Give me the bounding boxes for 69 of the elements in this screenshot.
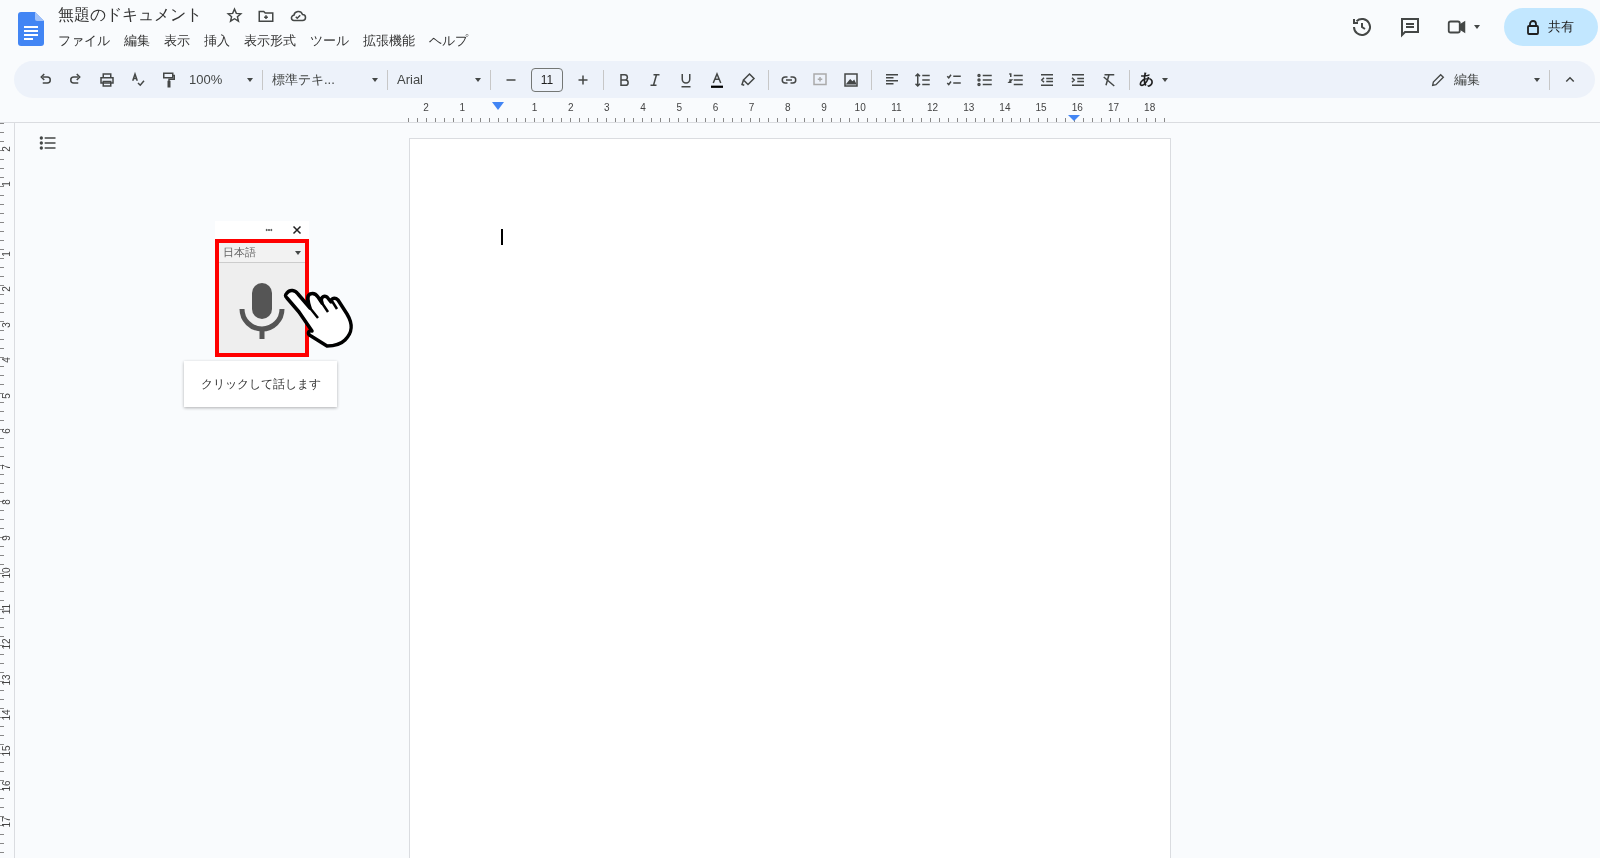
menu-item[interactable]: 挿入 [204, 32, 230, 50]
ruler-number: 5 [2, 392, 12, 399]
ruler-number: 12 [2, 638, 12, 650]
outline-icon[interactable] [38, 133, 58, 153]
language-dropdown[interactable]: 日本語 [219, 243, 305, 263]
font-dropdown[interactable]: Arial [397, 72, 481, 87]
ruler-number: 6 [2, 428, 12, 435]
ruler-number: 18 [1143, 102, 1157, 113]
ruler-number: 7 [2, 463, 12, 470]
ruler-number: 1 [530, 102, 539, 113]
lock-icon [1526, 19, 1540, 35]
indent-marker-icon[interactable] [492, 102, 504, 110]
comment-icon[interactable] [1398, 15, 1422, 39]
menu-item[interactable]: ツール [310, 32, 349, 50]
tooltip: クリックして話します [184, 361, 337, 407]
ruler-number: 17 [1106, 102, 1121, 113]
ruler-number: 14 [998, 102, 1012, 113]
menu-item[interactable]: ファイル [58, 32, 110, 50]
menu-item[interactable]: ヘルプ [429, 32, 468, 50]
ruler-number: 16 [2, 780, 12, 792]
style-dropdown[interactable]: 標準テキ... [272, 70, 378, 89]
text-cursor [501, 229, 503, 245]
ruler-number: 10 [2, 567, 12, 579]
ruler-number: 13 [962, 102, 976, 113]
ruler-number: 2 [2, 145, 12, 152]
document-title[interactable]: 無題のドキュメント [58, 5, 202, 26]
ruler-number: 3 [2, 321, 12, 328]
menu-item[interactable]: 拡張機能 [363, 32, 415, 50]
ruler-number: 13 [2, 674, 12, 686]
ruler-number: 1 [2, 250, 12, 257]
ruler-number: 16 [1070, 102, 1084, 113]
history-icon[interactable] [1350, 15, 1374, 39]
ruler-number: 2 [2, 286, 12, 293]
ruler-number: 15 [2, 745, 12, 757]
ruler-number: 12 [925, 102, 940, 113]
menu-item[interactable]: 表示 [164, 32, 190, 50]
share-button[interactable]: 共有 [1504, 8, 1598, 46]
font-size-field[interactable]: 11 [531, 67, 563, 92]
ruler-number: 15 [1034, 102, 1048, 113]
microphone-icon[interactable] [237, 281, 287, 339]
ruler-number: 8 [2, 499, 12, 506]
editing-mode-dropdown[interactable]: 編集 [1430, 70, 1540, 89]
ruler-number: 8 [784, 102, 792, 113]
pencil-icon [1430, 71, 1446, 88]
ruler-number: 4 [2, 357, 12, 364]
ruler-number: 9 [820, 102, 828, 113]
ruler-number: 5 [675, 102, 683, 113]
ruler-number: 2 [422, 102, 430, 113]
ruler-number: 1 [458, 102, 467, 113]
ruler-number: 3 [603, 102, 611, 113]
menu-item[interactable]: 編集 [124, 32, 150, 50]
menu-item[interactable]: 表示形式 [244, 32, 296, 50]
indent-marker-icon[interactable] [1068, 115, 1080, 121]
star-icon[interactable] [226, 7, 243, 24]
close-icon[interactable] [291, 224, 303, 236]
ruler-number: 6 [711, 102, 720, 113]
ruler-number: 9 [2, 534, 12, 541]
input-tools-dropdown[interactable]: あ [1139, 70, 1168, 89]
ruler-number: 10 [853, 102, 867, 113]
ruler-number: 7 [747, 102, 756, 113]
ruler-number: 11 [890, 102, 903, 113]
zoom-dropdown[interactable]: 100% [189, 72, 253, 87]
ruler-number: 17 [2, 816, 12, 828]
ruler-number: 4 [639, 102, 647, 113]
ruler-number: 1 [2, 181, 12, 188]
ruler-number: 11 [2, 603, 12, 614]
ruler-number: 14 [2, 709, 12, 721]
ruler-number: 2 [566, 102, 575, 113]
docs-logo-icon[interactable] [18, 12, 44, 46]
